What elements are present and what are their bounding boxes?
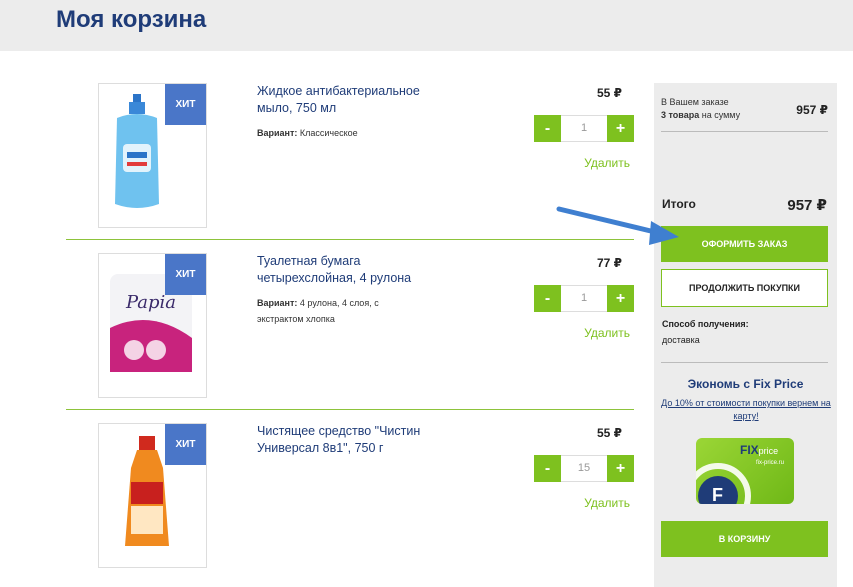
product-title[interactable]: Чистящее средство "Чистин Универсал 8в1"… <box>257 423 447 457</box>
product-image[interactable]: ХИТ <box>98 83 207 228</box>
continue-shopping-button[interactable]: ПРОДОЛЖИТЬ ПОКУПКИ <box>661 269 828 307</box>
order-count-text: В Вашем заказе 3 товара на сумму <box>661 96 740 122</box>
svg-text:FIXprice: FIXprice <box>740 443 778 457</box>
order-amount: 957 ₽ <box>796 103 828 117</box>
remove-link[interactable]: Удалить <box>584 156 630 170</box>
product-variant: Вариант: 4 рулона, 4 слоя, с экстрактом … <box>257 295 417 327</box>
cart-item: ХИТ Чистящее средство "Чистин Универсал … <box>66 410 634 587</box>
remove-link[interactable]: Удалить <box>584 496 630 510</box>
quantity-input[interactable]: 1 <box>561 115 607 142</box>
fix-price-promo-title: Экономь с Fix Price <box>687 377 804 391</box>
product-price: 55 ₽ <box>596 86 622 100</box>
page-title: Моя корзина <box>56 6 207 33</box>
quantity-input[interactable]: 15 <box>561 455 607 482</box>
order-summary-panel: В Вашем заказе 3 товара на сумму 957 ₽ И… <box>654 83 837 587</box>
add-card-to-cart-button[interactable]: В КОРЗИНУ <box>661 521 828 557</box>
svg-text:F: F <box>712 485 723 504</box>
product-variant: Вариант: Классическое <box>257 125 417 141</box>
quantity-stepper: - 1 + <box>534 115 634 142</box>
product-image[interactable]: Papia ХИТ <box>98 253 207 398</box>
increase-quantity-button[interactable]: + <box>607 115 634 142</box>
remove-link[interactable]: Удалить <box>584 326 630 340</box>
for-sum-text: на сумму <box>701 110 741 120</box>
increase-quantity-button[interactable]: + <box>607 455 634 482</box>
in-order-text: В Вашем заказе <box>661 97 729 107</box>
quantity-input[interactable]: 1 <box>561 285 607 312</box>
variant-value: Классическое <box>299 128 358 138</box>
hit-badge: ХИТ <box>165 424 206 465</box>
section-divider <box>661 362 828 363</box>
order-sum-box: В Вашем заказе 3 товара на сумму 957 ₽ <box>661 90 828 132</box>
cart-item: Papia ХИТ Туалетная бумага четырехслойна… <box>66 240 634 410</box>
cart-item: ХИТ Жидкое антибактериальное мыло, 750 м… <box>66 70 634 240</box>
product-price: 55 ₽ <box>596 426 622 440</box>
decrease-quantity-button[interactable]: - <box>534 455 561 482</box>
fix-price-card-art: F FIXprice fix-price.ru <box>696 443 784 504</box>
product-price: 77 ₽ <box>596 256 622 270</box>
checkout-button[interactable]: ОФОРМИТЬ ЗАКАЗ <box>661 226 828 262</box>
svg-text:fix-price.ru: fix-price.ru <box>756 460 784 466</box>
page-header: Моя корзина <box>0 0 853 51</box>
decrease-quantity-button[interactable]: - <box>534 115 561 142</box>
decrease-quantity-button[interactable]: - <box>534 285 561 312</box>
hit-badge: ХИТ <box>165 254 206 295</box>
hit-badge: ХИТ <box>165 84 206 125</box>
item-count: 3 товара <box>661 110 700 120</box>
product-image[interactable]: ХИТ <box>98 423 207 568</box>
soap-bottle-image <box>115 94 159 208</box>
arrow-annotation-icon <box>556 206 679 245</box>
variant-label: Вариант: <box>257 298 298 308</box>
quantity-stepper: - 1 + <box>534 285 634 312</box>
total-value: 957 ₽ <box>787 197 827 214</box>
delivery-method-value: доставка <box>662 335 700 345</box>
increase-quantity-button[interactable]: + <box>607 285 634 312</box>
product-title[interactable]: Туалетная бумага четырехслойная, 4 рулон… <box>257 253 447 287</box>
variant-label: Вариант: <box>257 128 298 138</box>
delivery-method-label: Способ получения: <box>662 319 749 329</box>
product-title[interactable]: Жидкое антибактериальное мыло, 750 мл <box>257 83 447 117</box>
quantity-stepper: - 15 + <box>534 455 634 482</box>
svg-text:Papia: Papia <box>125 292 176 313</box>
fix-price-promo-link[interactable]: До 10% от стоимости покупки вернем на ка… <box>660 397 832 423</box>
fix-price-card-image: F FIXprice fix-price.ru <box>696 438 794 504</box>
